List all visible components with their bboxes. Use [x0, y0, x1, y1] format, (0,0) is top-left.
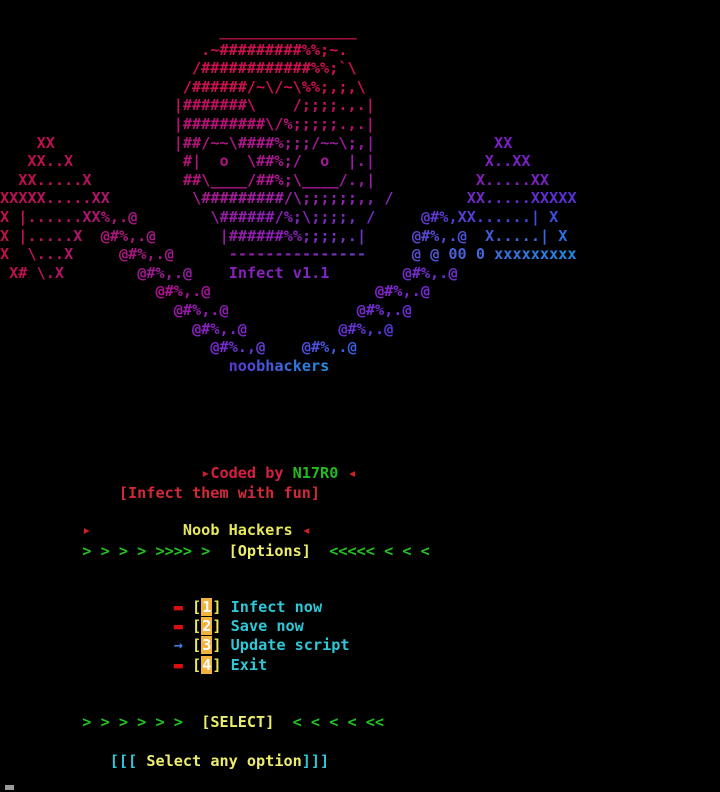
menu-gap — [183, 598, 192, 616]
menu-item-4[interactable]: ▬ [4] Exit — [0, 655, 720, 675]
menu-item-3[interactable]: → [3] Update script — [0, 636, 720, 655]
group-name: Noob Hackers — [182, 521, 293, 539]
infect-skull-ascii-art: _______________ .~#########%%;~. /######… — [0, 22, 720, 375]
arrows-right: <<<<< < < < — [329, 542, 430, 560]
tagline-text: [Infect them with fun] — [118, 484, 321, 502]
ascii-art-row: @#%,.@ @#%,.@ — [0, 319, 394, 338]
coded-by-label: Coded by — [210, 464, 293, 482]
menu-indent — [0, 617, 174, 635]
menu-label-1[interactable]: Infect now — [222, 598, 322, 616]
menu-item-2[interactable]: ▬ [2] Save now — [0, 617, 720, 636]
menu-indent — [0, 598, 174, 616]
ascii-art-row: |#########\/%;;;;;.,.| — [0, 114, 375, 133]
right-triangle-icon-2: ▸ — [82, 521, 92, 539]
menu-indent — [0, 656, 174, 674]
ascii-art-row: X |.....X @#%,.@ |######%%;;;;,.| @#%,.@… — [0, 226, 568, 245]
square-bullet-icon: ▬ — [173, 655, 183, 674]
menu-gap — [183, 636, 192, 654]
menu-bracket-close: ] — [212, 617, 222, 636]
menu-key-2[interactable]: 2 — [201, 617, 213, 636]
ascii-art-row: |#######\ /;;;;.,.| — [0, 96, 375, 115]
ascii-art-row: /######/~\/~\%%;,;,\ — [0, 77, 366, 96]
menu-label-4[interactable]: Exit — [222, 656, 268, 674]
ascii-art-row: /############%%;`\ — [0, 59, 357, 78]
prompt-open-brackets: [[[ — [109, 752, 138, 770]
menu-key-3[interactable]: 3 — [201, 636, 213, 655]
menu-gap — [183, 617, 192, 635]
options-label: [Options] — [228, 542, 311, 560]
ascii-art-row: noobhackers — [0, 356, 330, 375]
menu-indent — [0, 636, 174, 654]
ascii-art-row: _______________ — [0, 22, 357, 40]
menu-bracket-close: ] — [212, 655, 222, 674]
ascii-art-row: XXXXX.....XX \#########/\;;;;;;,, / XX..… — [0, 189, 577, 208]
main-menu[interactable]: ▬ [1] Infect now ▬ [2] Save now → [3] Up… — [0, 598, 720, 675]
menu-key-1[interactable]: 1 — [201, 598, 213, 616]
menu-bracket-close: ] — [212, 636, 222, 655]
select-label: [SELECT] — [201, 713, 275, 731]
right-triangle-icon: ▸ — [201, 464, 211, 482]
select-section-header: > > > > > > [SELECT] < < < < << — [0, 713, 720, 732]
menu-bracket-open: [ — [192, 617, 202, 636]
ascii-art-row: X |......XX%,.@ \######/%;\;;;;, / @#%,X… — [0, 207, 559, 226]
options-section-header: > > > > >>>> > [Options] <<<<< < < < — [0, 542, 720, 561]
select-arrows-right: < < < < << — [292, 713, 385, 731]
select-arrows-left: > > > > > > — [82, 713, 183, 731]
arrows-left: > > > > >>>> > — [82, 542, 211, 560]
menu-label-3[interactable]: Update script — [222, 636, 350, 654]
left-triangle-icon: ◂ — [347, 464, 357, 482]
ascii-art-row: X# \.X @#%,.@ Infect v1.1 @#%,.@ — [0, 263, 458, 282]
square-bullet-icon: ▬ — [173, 617, 183, 636]
author-name: N17R0 — [292, 464, 339, 482]
ascii-art-row: XX.....X ##\____/##%;\____/.,| X.....XX — [0, 170, 550, 189]
ascii-art-row: @#%.,@ @#%,.@ — [0, 338, 357, 357]
prompt-close-brackets: ]]] — [301, 752, 330, 770]
menu-gap — [183, 656, 192, 674]
ascii-art-row: @#%,.@ @#%,.@ — [0, 282, 430, 301]
ascii-art-row: XX..X #| o \##%;/ o |.| X..XX — [0, 152, 531, 171]
ascii-art-row: XX |##/~~\####%;;;/~~\;,| XX — [0, 133, 513, 152]
menu-bracket-open: [ — [192, 655, 202, 674]
menu-item-1[interactable]: ▬ [1] Infect now — [0, 598, 720, 617]
square-bullet-icon: ▬ — [173, 598, 183, 616]
tagline: [Infect them with fun] — [0, 484, 720, 503]
menu-bracket-open: [ — [192, 598, 202, 616]
terminal-screen: _______________ .~#########%%;~. /######… — [0, 0, 720, 792]
select-prompt: [[[ Select any option]]] — [0, 752, 720, 771]
arrow-right-icon: → — [173, 636, 183, 655]
menu-key-4[interactable]: 4 — [201, 655, 213, 674]
coded-by-line: ▸Coded by N17R0 ◂ — [0, 464, 720, 483]
left-triangle-icon-2: ◂ — [301, 521, 311, 539]
ascii-art-row: .~#########%%;~. — [0, 40, 348, 59]
terminal-cursor — [5, 785, 14, 790]
menu-label-2[interactable]: Save now — [222, 617, 304, 635]
prompt-text: Select any option — [137, 752, 302, 770]
menu-bracket-open: [ — [192, 636, 202, 655]
ascii-art-row: X \...X @#%,.@ --------------- @ @ 00 0 … — [0, 245, 577, 264]
group-line: ▸ Noob Hackers ◂ — [0, 521, 720, 540]
ascii-art-row: @#%,.@ @#%,.@ — [0, 300, 412, 319]
menu-bracket-close: ] — [212, 598, 222, 616]
